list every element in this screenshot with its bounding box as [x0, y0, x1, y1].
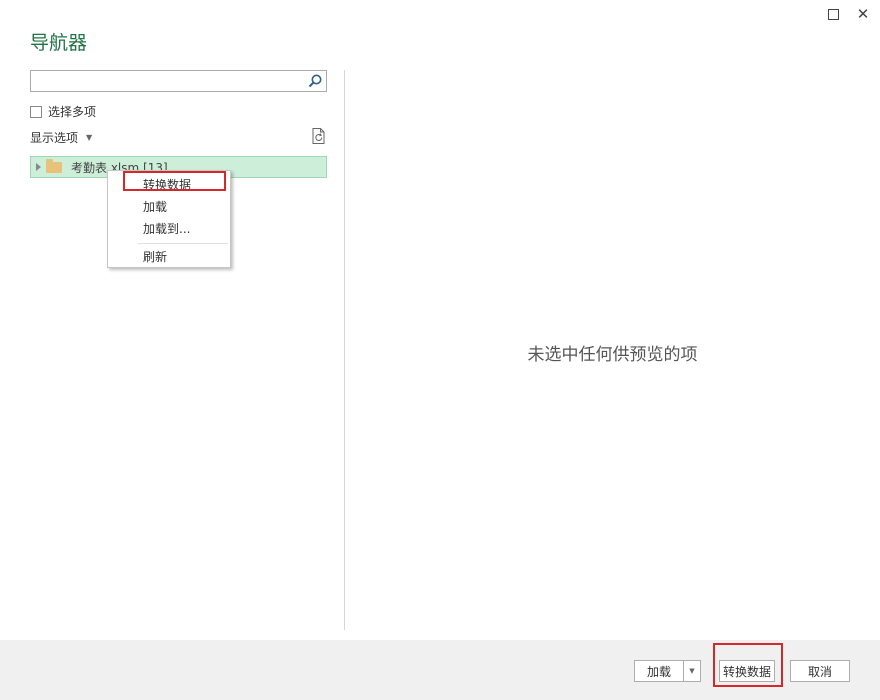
close-icon: ✕: [856, 5, 870, 23]
search-input[interactable]: [33, 72, 307, 90]
maximize-icon: [827, 8, 839, 20]
select-multiple-label: 选择多项: [48, 105, 97, 119]
context-menu-separator: [138, 243, 228, 244]
expand-arrow-icon[interactable]: [36, 163, 41, 171]
chevron-down-icon: ▼: [86, 133, 93, 142]
search-field[interactable]: [30, 70, 327, 92]
context-menu-item-load[interactable]: 加载: [143, 198, 167, 215]
context-menu-item-transform[interactable]: 转换数据: [143, 176, 191, 193]
page-title: 导航器: [30, 32, 88, 54]
cancel-button[interactable]: 取消: [790, 660, 850, 682]
load-dropdown-button[interactable]: ▼: [683, 660, 701, 682]
display-options-dropdown[interactable]: 显示选项 ▼: [30, 129, 92, 146]
refresh-document-icon[interactable]: [310, 127, 328, 145]
close-button[interactable]: ✕: [852, 4, 874, 24]
chevron-down-icon: ▼: [689, 667, 695, 675]
context-menu: 转换数据 加载 加载到... 刷新: [107, 170, 231, 268]
select-multiple-option[interactable]: 选择多项: [30, 103, 96, 120]
context-menu-item-refresh[interactable]: 刷新: [143, 248, 167, 265]
preview-empty-message: 未选中任何供预览的项: [527, 345, 698, 365]
folder-icon: [46, 158, 62, 173]
search-icon[interactable]: [306, 72, 324, 90]
maximize-button[interactable]: [822, 4, 844, 24]
transform-data-button[interactable]: 转换数据: [719, 660, 775, 682]
load-button[interactable]: 加载: [634, 660, 684, 682]
context-menu-item-load-to[interactable]: 加载到...: [143, 220, 190, 237]
select-multiple-checkbox[interactable]: [30, 105, 42, 118]
display-options-label: 显示选项: [30, 131, 79, 145]
